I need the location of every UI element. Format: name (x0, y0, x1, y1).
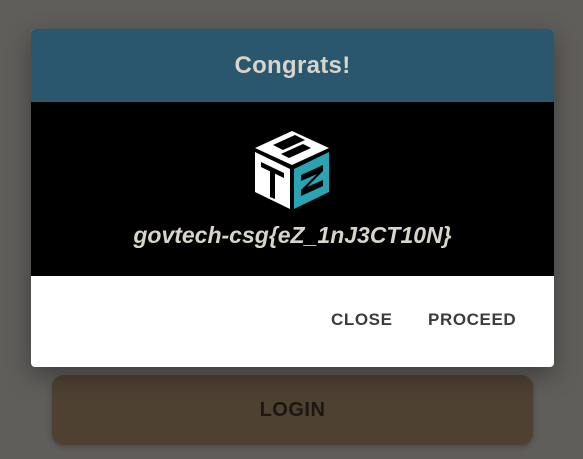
proceed-button[interactable]: PROCEED (422, 302, 522, 338)
dialog-title: Congrats! (234, 51, 351, 79)
stack-logo-icon (255, 131, 329, 209)
dialog-body: govtech-csg{eZ_1nJ3CT10N} (31, 102, 554, 276)
dialog-actions: CLOSE PROCEED (31, 276, 554, 367)
login-button[interactable]: LOGIN (52, 375, 533, 445)
flag-text: govtech-csg{eZ_1nJ3CT10N} (133, 222, 452, 248)
close-button[interactable]: CLOSE (325, 302, 399, 338)
login-button-label: LOGIN (259, 398, 326, 421)
congrats-dialog: Congrats! govtech-csg{eZ_1nJ3CT10N} CLOS… (31, 29, 554, 367)
dialog-header: Congrats! (31, 29, 554, 102)
